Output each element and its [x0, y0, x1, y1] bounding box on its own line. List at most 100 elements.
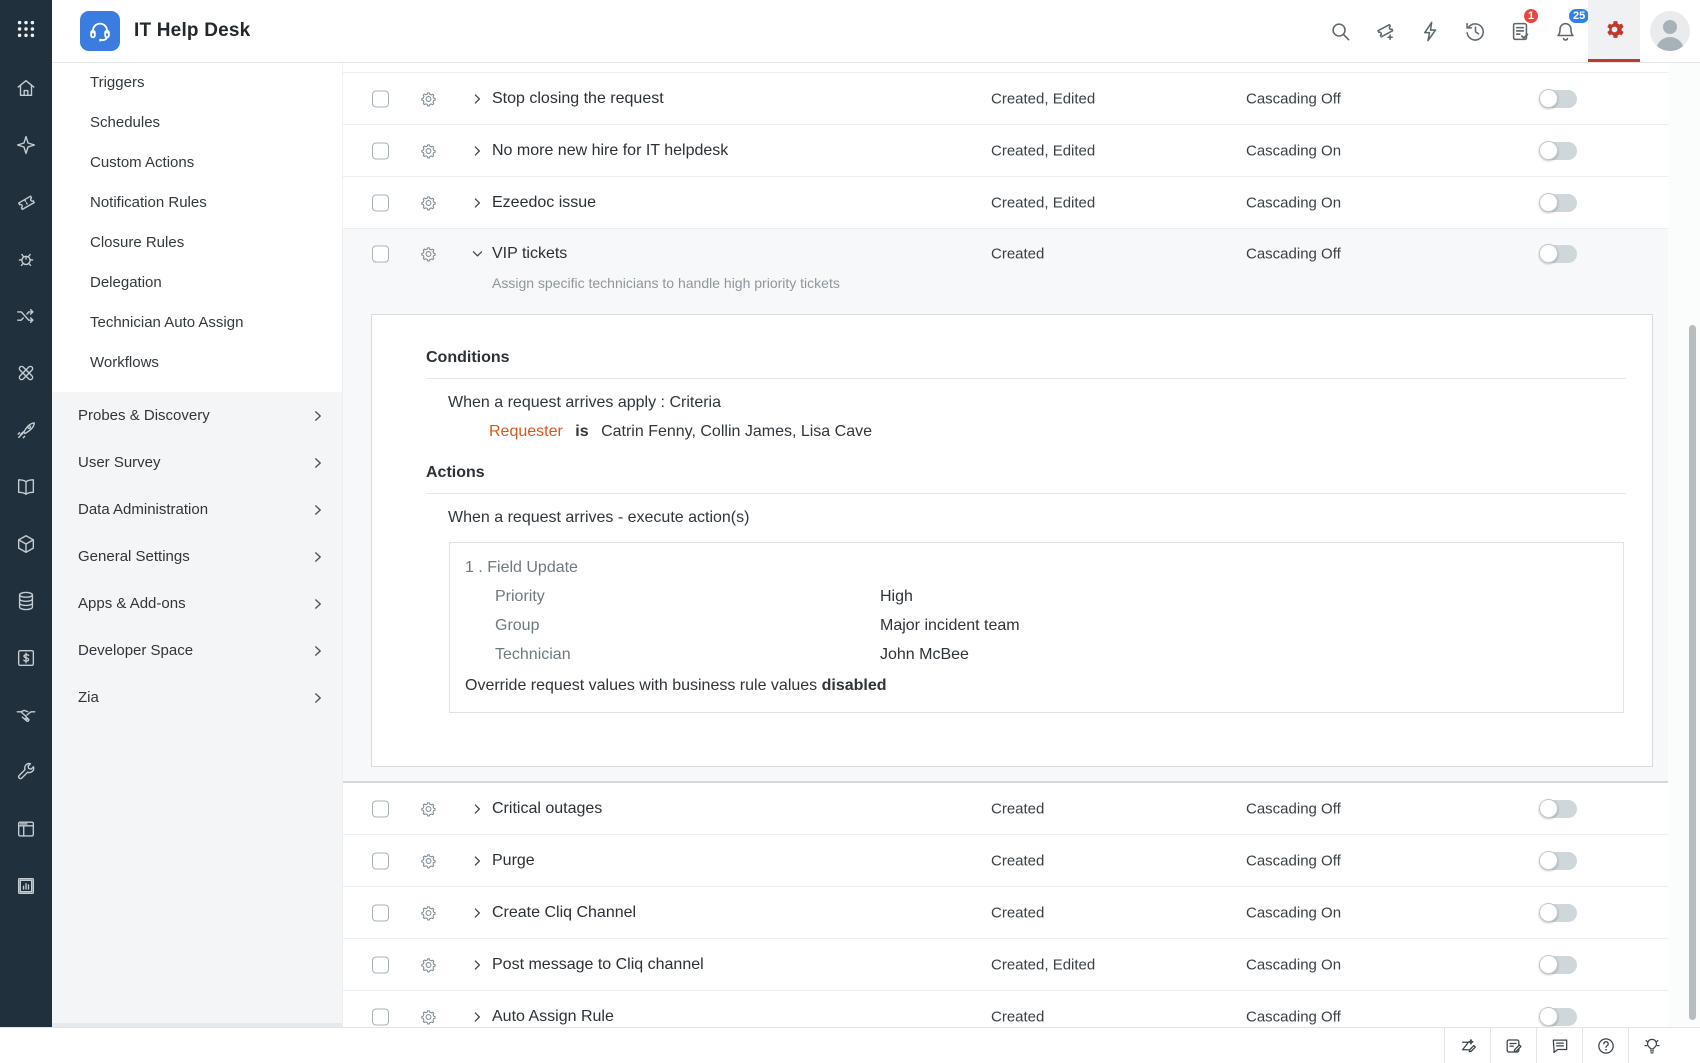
- row-checkbox[interactable]: [372, 1008, 389, 1025]
- comment-icon[interactable]: [1536, 1028, 1582, 1063]
- sidebar-item-general-settings[interactable]: General Settings: [52, 533, 342, 580]
- rule-name[interactable]: Post message to Cliq channel: [492, 956, 704, 974]
- field-value: Major incident team: [880, 617, 1020, 634]
- override-value: disabled: [822, 677, 887, 694]
- row-checkbox[interactable]: [372, 142, 389, 159]
- chevron-down-icon[interactable]: [470, 247, 485, 262]
- approvals-icon[interactable]: 1: [1498, 0, 1543, 62]
- ticket-icon[interactable]: [13, 189, 39, 215]
- sidebar-item-closure-rules[interactable]: Closure Rules: [52, 222, 342, 262]
- sidebar-item-probes-discovery[interactable]: Probes & Discovery: [52, 392, 342, 439]
- sidebar-item-developer-space[interactable]: Developer Space: [52, 627, 342, 674]
- row-checkbox[interactable]: [372, 956, 389, 973]
- quick-actions-icon[interactable]: [1408, 0, 1453, 62]
- rule-name[interactable]: Create Cliq Channel: [492, 904, 636, 922]
- note-edit-icon[interactable]: [1490, 1028, 1536, 1063]
- chart-square-icon[interactable]: [13, 873, 39, 899]
- sidebar-item-data-administration[interactable]: Data Administration: [52, 486, 342, 533]
- bug-icon[interactable]: [13, 246, 39, 272]
- shuffle-icon[interactable]: [13, 303, 39, 329]
- rule-toggle[interactable]: [1540, 956, 1577, 974]
- toggle-knob: [1539, 244, 1558, 263]
- rule-toggle[interactable]: [1540, 142, 1577, 160]
- row-checkbox[interactable]: [372, 194, 389, 211]
- rule-name[interactable]: VIP tickets: [492, 245, 567, 263]
- row-settings-icon[interactable]: [420, 852, 437, 869]
- row-checkbox[interactable]: [372, 90, 389, 107]
- avatar[interactable]: [1640, 0, 1700, 62]
- wrench-icon[interactable]: [13, 759, 39, 785]
- row-settings-icon[interactable]: [420, 90, 437, 107]
- rule-name[interactable]: Critical outages: [492, 800, 602, 818]
- row-settings-icon[interactable]: [420, 246, 437, 263]
- sidebar-item-zia[interactable]: Zia: [52, 674, 342, 721]
- avatar[interactable]: [1650, 11, 1690, 51]
- header-icons: 125: [1318, 0, 1700, 62]
- four-point-star-icon[interactable]: [13, 132, 39, 158]
- rule-toggle[interactable]: [1540, 1008, 1577, 1026]
- chevron-right-icon[interactable]: [470, 195, 485, 210]
- cube-icon[interactable]: [13, 531, 39, 557]
- sidebar-item-technician-auto-assign[interactable]: Technician Auto Assign: [52, 302, 342, 342]
- sidebar-item-custom-actions[interactable]: Custom Actions: [52, 142, 342, 182]
- rule-name[interactable]: Auto Assign Rule: [492, 1008, 614, 1026]
- row-settings-icon[interactable]: [420, 956, 437, 973]
- chevron-right-icon[interactable]: [470, 801, 485, 816]
- sidebar-item-user-survey[interactable]: User Survey: [52, 439, 342, 486]
- sidebar-item-workflows[interactable]: Workflows: [52, 342, 342, 382]
- book-icon[interactable]: [13, 474, 39, 500]
- rocket-icon[interactable]: [13, 417, 39, 443]
- row-settings-icon[interactable]: [420, 142, 437, 159]
- rule-toggle[interactable]: [1540, 904, 1577, 922]
- rule-events: Created: [991, 800, 1044, 817]
- rule-name[interactable]: Stop closing the request: [492, 90, 664, 108]
- history-icon[interactable]: [1453, 0, 1498, 62]
- row-checkbox[interactable]: [372, 904, 389, 921]
- app-launcher-icon[interactable]: [13, 16, 39, 42]
- rule-toggle[interactable]: [1540, 852, 1577, 870]
- row-checkbox[interactable]: [372, 800, 389, 817]
- chevron-right-icon[interactable]: [470, 91, 485, 106]
- rule-toggle[interactable]: [1540, 800, 1577, 818]
- chevron-right-icon[interactable]: [470, 957, 485, 972]
- rule-cascading: Cascading On: [1246, 956, 1341, 973]
- help-icon[interactable]: [1582, 1028, 1628, 1063]
- sidebar-item-apps-add-ons[interactable]: Apps & Add-ons: [52, 580, 342, 627]
- sidebar-item-triggers[interactable]: Triggers: [52, 62, 342, 102]
- row-settings-icon[interactable]: [420, 194, 437, 211]
- crossed-tools-icon[interactable]: [13, 360, 39, 386]
- vertical-scrollbar[interactable]: [1689, 325, 1696, 1020]
- sidebar-item-schedules[interactable]: Schedules: [52, 102, 342, 142]
- row-checkbox[interactable]: [372, 852, 389, 869]
- notifications-icon[interactable]: 25: [1543, 0, 1588, 62]
- handshake-icon[interactable]: [13, 702, 39, 728]
- sidebar-item-delegation[interactable]: Delegation: [52, 262, 342, 302]
- rule-name[interactable]: No more new hire for IT helpdesk: [492, 142, 728, 160]
- criteria-field-link[interactable]: Requester: [489, 423, 563, 440]
- add-ticket-icon[interactable]: [1363, 0, 1408, 62]
- rule-toggle[interactable]: [1540, 245, 1577, 263]
- zia-icon[interactable]: [1444, 1028, 1490, 1063]
- row-settings-icon[interactable]: [420, 1008, 437, 1025]
- chevron-right-icon[interactable]: [470, 1009, 485, 1024]
- database-icon[interactable]: [13, 588, 39, 614]
- window-layout-icon[interactable]: [13, 816, 39, 842]
- chevron-right-icon[interactable]: [470, 143, 485, 158]
- row-settings-icon[interactable]: [420, 800, 437, 817]
- app-logo[interactable]: [80, 11, 120, 51]
- rule-toggle[interactable]: [1540, 194, 1577, 212]
- home-icon[interactable]: [13, 75, 39, 101]
- rule-name[interactable]: Ezeedoc issue: [492, 194, 596, 212]
- search-icon[interactable]: [1318, 0, 1363, 62]
- chevron-right-icon[interactable]: [470, 853, 485, 868]
- dollar-square-icon[interactable]: [13, 645, 39, 671]
- sidebar-item-notification-rules[interactable]: Notification Rules: [52, 182, 342, 222]
- row-checkbox[interactable]: [372, 246, 389, 263]
- rule-row-purge: Purge Created Cascading Off: [343, 835, 1668, 887]
- rule-name[interactable]: Purge: [492, 852, 535, 870]
- rule-toggle[interactable]: [1540, 90, 1577, 108]
- settings-icon[interactable]: [1588, 0, 1640, 62]
- row-settings-icon[interactable]: [420, 904, 437, 921]
- chevron-right-icon[interactable]: [470, 905, 485, 920]
- lightbulb-icon[interactable]: [1628, 1028, 1674, 1063]
